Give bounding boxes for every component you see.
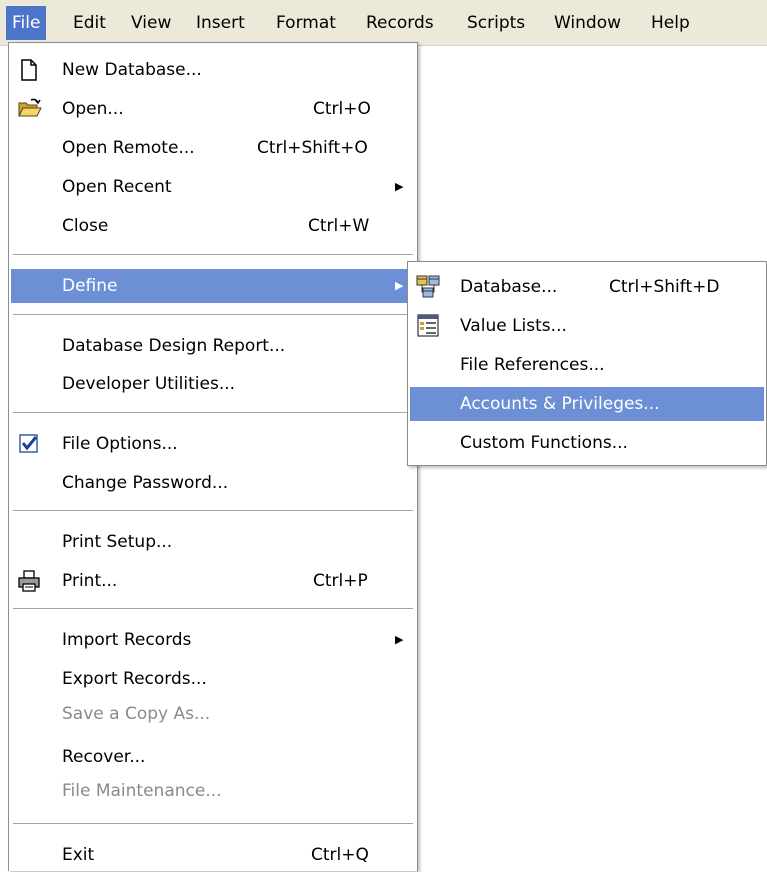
menu-item-database[interactable]: Database... Ctrl+Shift+D (410, 270, 764, 304)
menu-item-label: File References... (460, 355, 605, 375)
menu-item-import-records[interactable]: Import Records ▶ (11, 623, 415, 657)
shortcut-label: Ctrl+Q (311, 845, 369, 865)
menu-view[interactable]: View (125, 6, 177, 40)
menu-separator (13, 314, 413, 315)
menu-item-label: Developer Utilities... (62, 374, 236, 394)
submenu-arrow-icon: ▶ (395, 633, 404, 646)
shortcut-label: Ctrl+P (313, 571, 368, 591)
file-menu: New Database... Open... Ctrl+O Open Remo… (8, 42, 418, 871)
menu-insert[interactable]: Insert (190, 6, 251, 40)
menu-item-open-remote[interactable]: Open Remote... Ctrl+Shift+O (11, 131, 415, 165)
menu-item-label: Open Remote... (62, 138, 195, 158)
menu-item-custom-functions[interactable]: Custom Functions... (410, 426, 764, 460)
menu-scripts[interactable]: Scripts (461, 6, 531, 40)
menu-item-recover[interactable]: Recover... (11, 740, 415, 774)
menu-item-label: Export Records... (62, 669, 207, 689)
checkmark-icon (17, 432, 41, 456)
menu-item-label: Accounts & Privileges... (460, 394, 660, 414)
database-tables-icon (416, 274, 440, 298)
menu-item-label: Define (62, 276, 118, 296)
menu-file[interactable]: File (6, 6, 47, 40)
menu-item-database-design-report[interactable]: Database Design Report... (11, 329, 415, 363)
value-list-icon (416, 313, 440, 337)
document-icon (17, 58, 41, 82)
menu-item-file-maintenance: File Maintenance... (11, 774, 415, 808)
menu-separator (13, 823, 413, 824)
menu-separator (13, 608, 413, 609)
menu-item-label: Close (62, 216, 109, 236)
menu-help[interactable]: Help (645, 6, 696, 40)
menu-format[interactable]: Format (270, 6, 342, 40)
submenu-arrow-icon: ▶ (395, 180, 404, 193)
menu-item-open-recent[interactable]: Open Recent ▶ (11, 170, 415, 204)
menu-item-print-setup[interactable]: Print Setup... (11, 525, 415, 559)
menu-edit[interactable]: Edit (67, 6, 112, 40)
menu-item-label: Exit (62, 845, 95, 865)
menu-item-developer-utilities[interactable]: Developer Utilities... (11, 367, 415, 401)
shortcut-label: Ctrl+W (308, 216, 370, 236)
menu-item-label: Open Recent (62, 177, 172, 197)
menu-item-label: Database... (460, 277, 558, 297)
menu-separator (13, 510, 413, 511)
menu-item-label: Custom Functions... (460, 433, 628, 453)
menu-item-label: Database Design Report... (62, 336, 286, 356)
menu-item-label: Change Password... (62, 473, 229, 493)
menu-item-label: Recover... (62, 747, 146, 767)
menu-item-label: New Database... (62, 60, 202, 80)
menu-item-exit[interactable]: Exit Ctrl+Q (11, 838, 415, 872)
menu-item-label: File Maintenance... (62, 781, 222, 801)
menu-item-label: Print... (62, 571, 118, 591)
menu-item-label: File Options... (62, 434, 178, 454)
folder-open-icon (17, 97, 42, 121)
menu-item-new-database[interactable]: New Database... (11, 53, 415, 87)
define-submenu: Database... Ctrl+Shift+D Value Lists... … (407, 261, 767, 466)
menu-item-save-a-copy-as: Save a Copy As... (11, 697, 415, 731)
menu-item-close[interactable]: Close Ctrl+W (11, 209, 415, 243)
menu-item-value-lists[interactable]: Value Lists... (410, 309, 764, 343)
menu-item-label: Import Records (62, 630, 192, 650)
menu-item-label: Value Lists... (460, 316, 567, 336)
menu-item-file-options[interactable]: File Options... (11, 427, 415, 461)
menu-item-label: Open... (62, 99, 124, 119)
menu-item-print[interactable]: Print... Ctrl+P (11, 564, 415, 598)
printer-icon (17, 569, 41, 593)
menu-bar: File Edit View Insert Format Records Scr… (0, 0, 767, 46)
menu-item-export-records[interactable]: Export Records... (11, 662, 415, 696)
menu-item-define[interactable]: Define ▶ (11, 269, 415, 303)
menu-item-open[interactable]: Open... Ctrl+O (11, 92, 415, 126)
menu-records[interactable]: Records (360, 6, 440, 40)
submenu-arrow-icon: ▶ (395, 279, 404, 292)
menu-separator (13, 254, 413, 255)
menu-item-label: Print Setup... (62, 532, 173, 552)
menu-separator (13, 412, 413, 413)
menu-item-label: Save a Copy As... (62, 704, 211, 724)
menu-window[interactable]: Window (548, 6, 627, 40)
menu-item-file-references[interactable]: File References... (410, 348, 764, 382)
shortcut-label: Ctrl+O (313, 99, 371, 119)
menu-item-change-password[interactable]: Change Password... (11, 466, 415, 500)
shortcut-label: Ctrl+Shift+D (609, 277, 720, 297)
menu-item-accounts-privileges[interactable]: Accounts & Privileges... (410, 387, 764, 421)
shortcut-label: Ctrl+Shift+O (257, 138, 368, 158)
